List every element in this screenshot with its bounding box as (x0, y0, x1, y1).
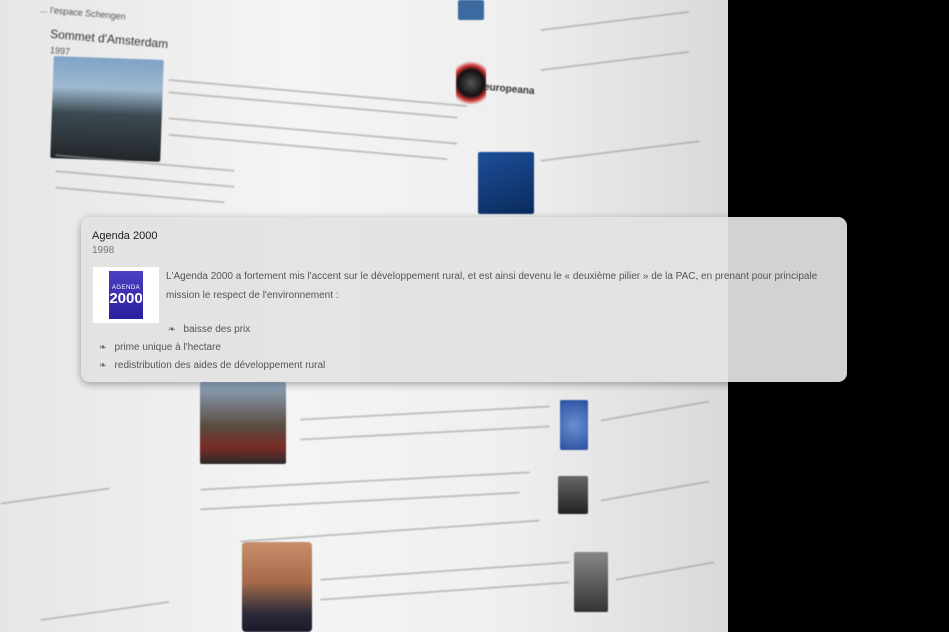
backdrop-photo-map (560, 400, 588, 450)
event-year: 1998 (92, 245, 115, 256)
backdrop-text-line (320, 581, 570, 601)
backdrop-text-line (55, 186, 225, 204)
agenda-2000-logo: AGENDA 2000 (93, 267, 159, 323)
backdrop-text-line (300, 425, 550, 441)
backdrop-text-line (168, 78, 468, 108)
backdrop-event-year: 1997 (49, 45, 71, 57)
backdrop-text-line (300, 405, 550, 421)
backdrop-text-line (540, 10, 690, 32)
fleuron-icon: ❧ (168, 324, 176, 334)
bullet-item: ❧ prime unique à l'hectare (99, 342, 221, 353)
backdrop-photo-portrait (242, 542, 312, 632)
bullet-item: ❧ redistribution des aides de développem… (99, 360, 325, 371)
backdrop-text-line (40, 600, 170, 622)
backdrop-text-line (540, 50, 690, 72)
backdrop-photo-bottom (574, 552, 608, 612)
backdrop-europeana-label: europeana (483, 81, 535, 98)
backdrop-text-line (55, 170, 235, 188)
fleuron-icon: ❧ (99, 360, 107, 370)
backdrop-text-line (200, 491, 520, 511)
backdrop-text-line (320, 561, 570, 581)
bullet-text: prime unique à l'hectare (114, 342, 221, 353)
logo-year-text: 2000 (109, 289, 143, 307)
event-card-agenda-2000[interactable]: Agenda 2000 1998 AGENDA 2000 L'Agenda 20… (81, 217, 847, 382)
backdrop-text-line (200, 471, 530, 491)
event-description: L'Agenda 2000 a fortement mis l'accent s… (166, 271, 818, 301)
bullet-text: redistribution des aides de développemen… (114, 360, 326, 371)
backdrop-text-line (600, 400, 710, 422)
backdrop-header-text: ... l'espace Schengen (39, 4, 127, 22)
backdrop-text-line (240, 519, 540, 543)
logo-graphic: AGENDA 2000 (109, 271, 143, 319)
backdrop-photo-top (458, 0, 484, 20)
backdrop-text-line (168, 117, 458, 145)
backdrop-text-line (615, 561, 715, 581)
backdrop-photo-street (558, 476, 588, 514)
fleuron-icon: ❧ (99, 342, 107, 352)
backdrop-photo-protest (200, 382, 286, 464)
backdrop-europeana-logo (456, 58, 486, 108)
backdrop-text-line (168, 91, 458, 119)
backdrop-text-line (600, 480, 710, 502)
backdrop-photo-crowd (50, 56, 164, 162)
backdrop-text-line (540, 140, 700, 162)
event-title: Agenda 2000 (92, 230, 158, 242)
backdrop-photo-blue (478, 152, 534, 214)
bullet-text: baisse des prix (183, 324, 251, 335)
bullet-item: ❧ baisse des prix (168, 324, 250, 335)
backdrop-text-line (0, 487, 110, 505)
